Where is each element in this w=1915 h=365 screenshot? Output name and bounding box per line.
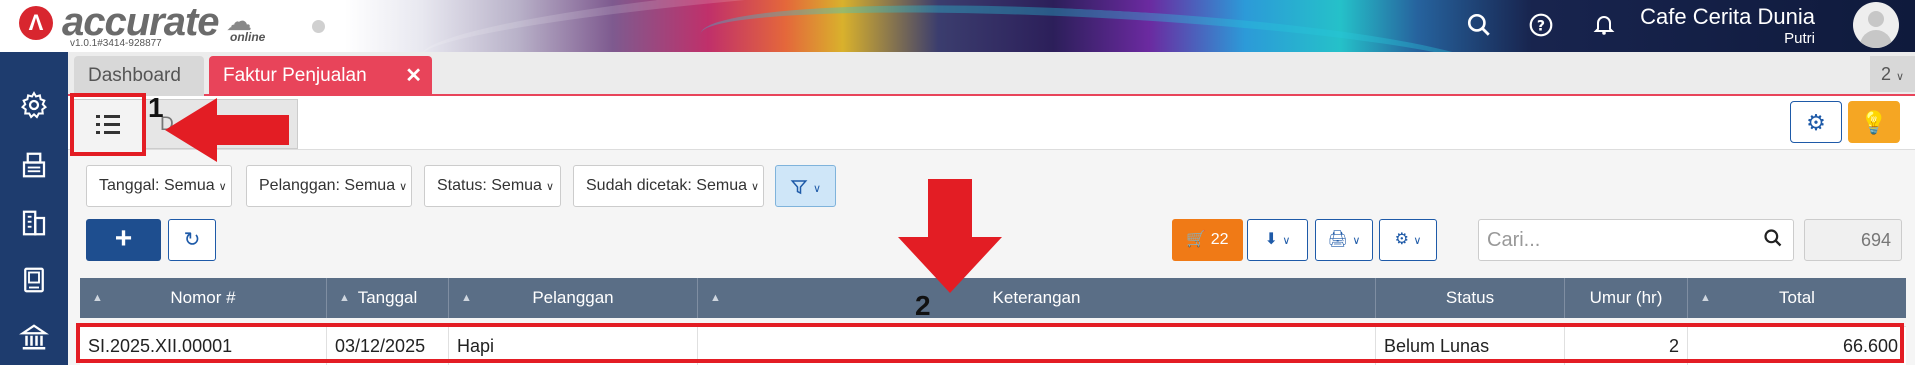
tab-faktur-penjualan[interactable]: Faktur Penjualan ✕	[209, 56, 432, 96]
tab-overflow-count: 2	[1880, 64, 1891, 84]
column-pelanggan[interactable]: ▲ Pelanggan	[449, 278, 698, 318]
version-label: v1.0.1#3414-928877	[70, 38, 162, 49]
column-label: Nomor #	[170, 288, 236, 307]
gear-icon: ⚙	[1806, 110, 1826, 135]
filter-sudah-dicetak[interactable]: Sudah dicetak: Semua ∨	[573, 165, 764, 207]
chevron-down-icon: ∨	[1895, 71, 1905, 83]
plus-icon: +	[114, 222, 133, 255]
filter-tanggal[interactable]: Tanggal: Semua ∨	[86, 165, 232, 207]
chevron-down-icon: ∨	[1352, 235, 1361, 247]
column-label: Keterangan	[992, 288, 1081, 307]
filter-status[interactable]: Status: Semua ∨	[424, 165, 561, 207]
chevron-down-icon: ∨	[1282, 235, 1291, 247]
column-label: Total	[1779, 288, 1815, 307]
column-status[interactable]: Status	[1376, 278, 1565, 318]
cart-count: 22	[1210, 231, 1229, 248]
close-icon[interactable]: ✕	[405, 56, 422, 96]
annotation-arrow-down	[898, 179, 1002, 293]
app-header: Λ accurate ☁ online v1.0.1#3414-928877 ?…	[0, 0, 1915, 52]
print-button[interactable]: 🖨 ∨	[1315, 219, 1373, 261]
gear-icon: ⚙	[1394, 231, 1409, 248]
filter-pelanggan-label: Pelanggan: Semua	[259, 177, 396, 194]
download-icon: ⬇	[1264, 231, 1278, 248]
user-name[interactable]: Putri	[1784, 30, 1815, 47]
add-button[interactable]: +	[86, 219, 161, 261]
settings-button[interactable]: ⚙	[1790, 101, 1842, 143]
filter-status-label: Status: Semua	[437, 177, 542, 194]
record-count: 694	[1804, 219, 1902, 261]
gear-icon[interactable]	[0, 90, 68, 130]
chevron-down-icon: ∨	[1413, 235, 1422, 247]
filter-dicetak-label: Sudah dicetak: Semua	[586, 177, 747, 194]
bell-icon[interactable]	[1590, 12, 1618, 40]
search-icon[interactable]	[1763, 228, 1783, 254]
logo-suffix: online	[230, 30, 266, 44]
view-toolbar	[68, 96, 1915, 150]
tab-dashboard[interactable]: Dashboard	[74, 56, 204, 96]
search-icon[interactable]	[1465, 12, 1493, 40]
printer-icon: 🖨	[1327, 231, 1348, 248]
building-icon[interactable]	[0, 208, 68, 248]
svg-text:?: ?	[1537, 18, 1545, 34]
column-label: Tanggal	[357, 288, 418, 307]
tab-label: Faktur Penjualan	[223, 65, 367, 86]
basket-icon: 🛒	[1186, 231, 1207, 248]
refresh-button[interactable]: ↻	[168, 219, 216, 261]
book-icon[interactable]	[0, 265, 68, 305]
filter-pelanggan[interactable]: Pelanggan: Semua ∨	[246, 165, 412, 207]
column-keterangan[interactable]: ▲ Keterangan	[698, 278, 1376, 318]
filter-button[interactable]: ∨	[775, 165, 836, 207]
chevron-down-icon: ∨	[751, 181, 760, 193]
annotation-box-1	[70, 93, 146, 156]
lightbulb-icon: 💡	[1860, 110, 1888, 135]
search-input[interactable]	[1487, 226, 1747, 254]
accurate-logo-icon[interactable]: Λ	[19, 6, 53, 40]
annotation-label-1: 1	[148, 92, 164, 123]
sidebar	[0, 52, 68, 365]
search-box	[1478, 219, 1794, 261]
help-icon[interactable]: ?	[1527, 12, 1555, 40]
column-tanggal[interactable]: ▲ Tanggal	[327, 278, 449, 318]
cart-button[interactable]: 🛒 22	[1172, 219, 1243, 261]
idea-button[interactable]: 💡	[1848, 101, 1900, 143]
chevron-down-icon: ∨	[812, 183, 822, 195]
chevron-down-icon: ∨	[399, 181, 408, 193]
table-settings-button[interactable]: ⚙ ∨	[1379, 219, 1437, 261]
funnel-icon	[790, 180, 808, 195]
chevron-down-icon: ∨	[545, 181, 555, 193]
fax-icon[interactable]	[0, 150, 68, 190]
annotation-label-2: 2	[915, 290, 931, 321]
tab-bar: Dashboard Faktur Penjualan ✕ 2 ∨	[68, 52, 1915, 96]
annotation-box-2	[76, 323, 1904, 363]
refresh-icon: ↻	[183, 229, 201, 251]
avatar[interactable]	[1853, 2, 1899, 48]
chevron-down-icon: ∨	[218, 181, 227, 193]
tab-overflow-dropdown[interactable]: 2 ∨	[1870, 56, 1915, 92]
column-label: Pelanggan	[532, 288, 614, 307]
column-total[interactable]: ▲ Total	[1688, 278, 1906, 318]
annotation-arrow-left	[165, 98, 289, 162]
filter-tanggal-label: Tanggal: Semua	[99, 177, 215, 194]
bank-icon[interactable]	[0, 322, 68, 362]
column-nomor[interactable]: ▲ Nomor #	[80, 278, 327, 318]
status-dot	[312, 20, 325, 33]
column-umur[interactable]: Umur (hr)	[1565, 278, 1688, 318]
column-label: Umur (hr)	[1589, 288, 1663, 307]
column-label: Status	[1445, 288, 1495, 307]
download-button[interactable]: ⬇ ∨	[1247, 219, 1308, 261]
company-name[interactable]: Cafe Cerita Dunia	[1640, 4, 1815, 30]
